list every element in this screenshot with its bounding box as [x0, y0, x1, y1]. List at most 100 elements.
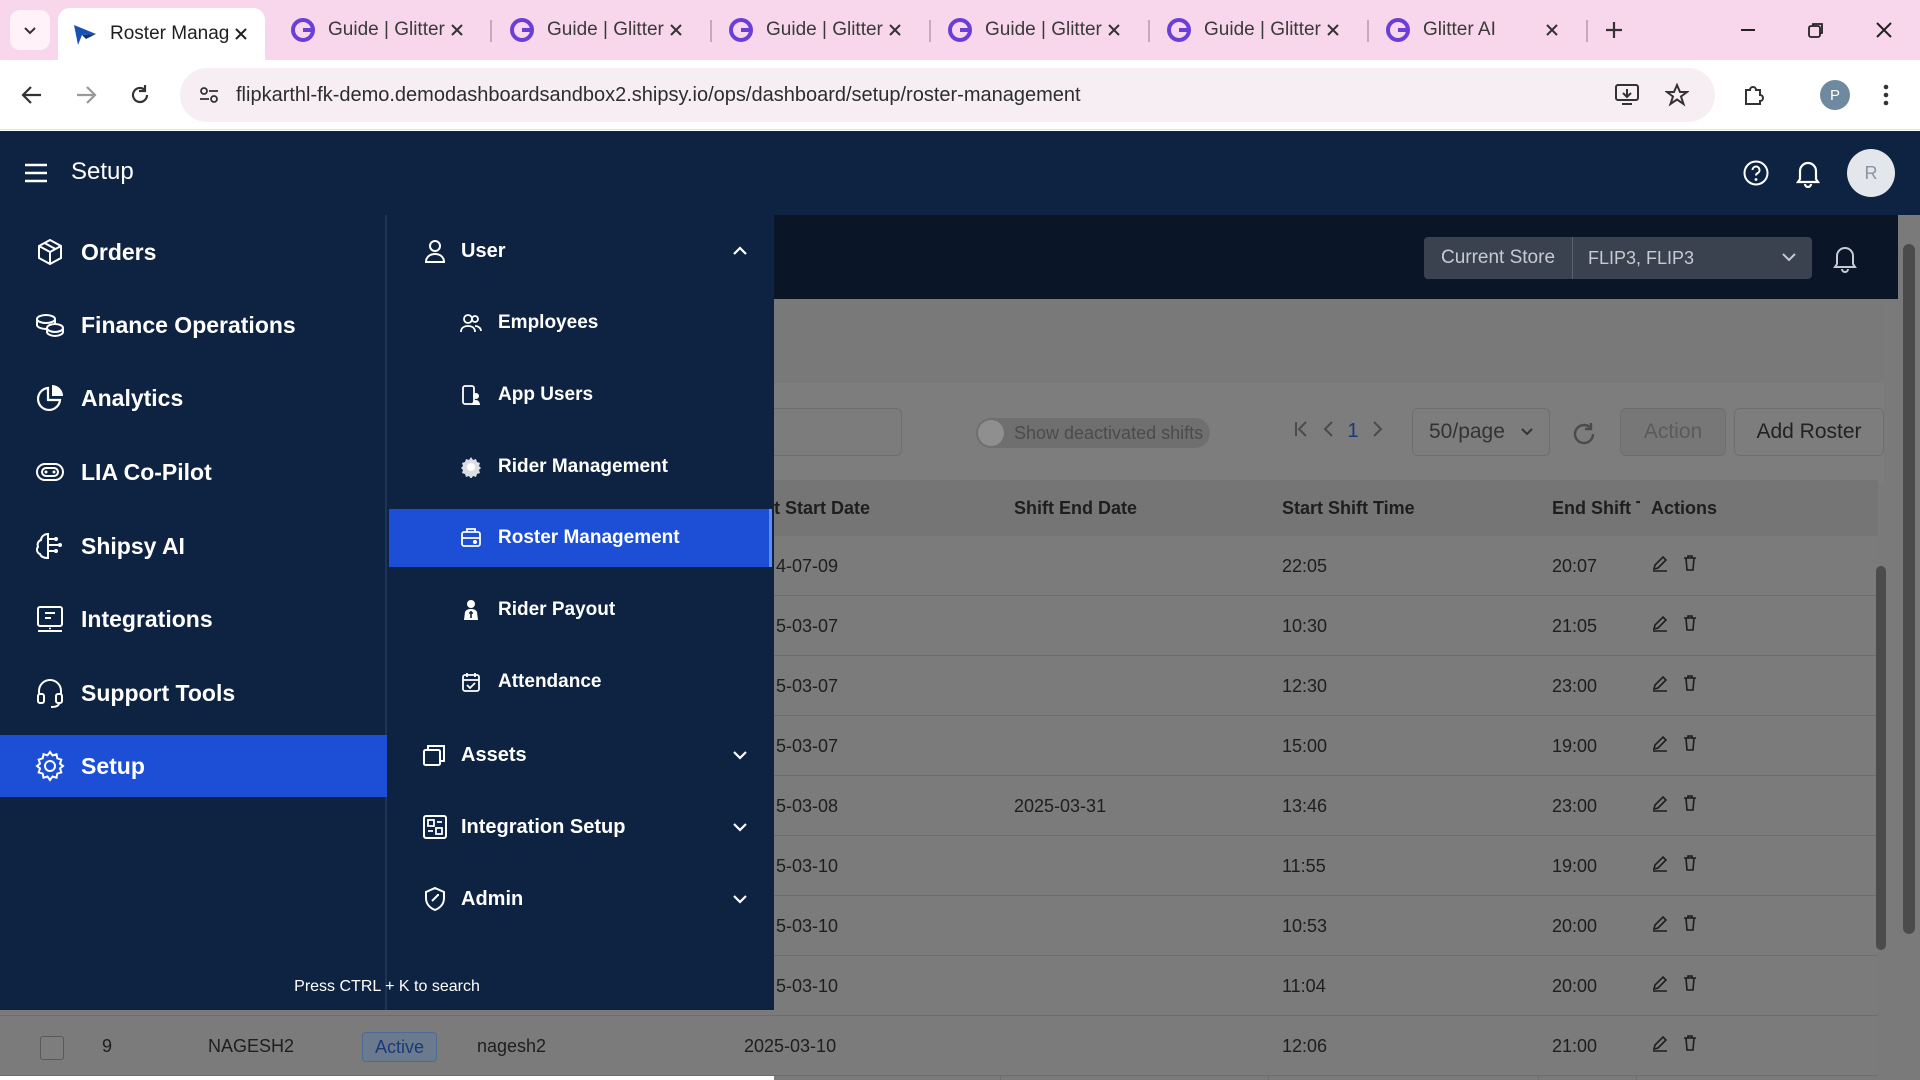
install-app-icon[interactable] — [1610, 78, 1644, 112]
reload-button[interactable] — [122, 77, 158, 113]
sidebar-item-orders[interactable]: Orders — [0, 221, 386, 283]
edit-icon[interactable] — [1651, 974, 1669, 992]
delete-icon[interactable] — [1681, 794, 1699, 812]
refresh-icon[interactable] — [1570, 420, 1598, 448]
browser-menu-button[interactable] — [1868, 77, 1904, 113]
submenu-item-attendance[interactable]: Attendance — [389, 653, 772, 711]
submenu-group-admin[interactable]: Admin — [387, 871, 774, 927]
tab-separator — [490, 20, 492, 42]
minimize-button[interactable] — [1728, 12, 1768, 48]
edit-icon[interactable] — [1651, 734, 1669, 752]
submenu-item-rider-payout[interactable]: Rider Payout — [389, 581, 772, 639]
action-button[interactable]: Action — [1620, 408, 1726, 456]
delete-icon[interactable] — [1681, 854, 1699, 872]
submenu-item-rider-management[interactable]: Rider Management — [389, 438, 772, 496]
per-page-select[interactable]: 50/page — [1412, 408, 1550, 456]
page-scrollbar-thumb[interactable] — [1903, 244, 1915, 934]
back-button[interactable] — [14, 77, 50, 113]
close-icon[interactable] — [885, 20, 905, 40]
browser-tab-glitter-ai[interactable]: Glitter AI — [1371, 8, 1576, 52]
delete-icon[interactable] — [1681, 674, 1699, 692]
close-icon[interactable] — [666, 20, 686, 40]
store-notification-bell-icon[interactable] — [1827, 240, 1863, 276]
prev-page-button[interactable] — [1318, 420, 1338, 438]
close-icon[interactable] — [1542, 20, 1562, 40]
table-row[interactable]: 9 NAGESH2 Active nagesh2 2025-03-10 12:0… — [0, 1016, 1878, 1076]
shipsy-logo-icon — [74, 25, 96, 45]
edit-icon[interactable] — [1651, 914, 1669, 932]
edit-icon[interactable] — [1651, 854, 1669, 872]
url-omnibox[interactable]: flipkarthl-fk-demo.demodashboardsandbox2… — [180, 68, 1715, 122]
help-icon[interactable] — [1738, 155, 1774, 191]
next-page-button[interactable] — [1368, 420, 1388, 438]
url-text[interactable]: flipkarthl-fk-demo.demodashboardsandbox2… — [236, 84, 1081, 107]
close-icon[interactable] — [1104, 20, 1124, 40]
notification-bell-icon[interactable] — [1790, 155, 1826, 191]
chevron-down-icon — [733, 823, 747, 832]
sidebar-item-shipsy-ai[interactable]: Shipsy AI — [0, 515, 386, 577]
row-end-time: 20:07 — [1552, 556, 1598, 576]
tab-search-button[interactable] — [10, 10, 50, 50]
row-name: nagesh2 — [477, 1036, 547, 1056]
chevron-right-icon — [1373, 421, 1383, 437]
submenu-item-roster-management[interactable]: Roster Management — [389, 509, 772, 567]
sidebar-item-analytics[interactable]: Analytics — [0, 367, 386, 429]
submenu-item-employees[interactable]: Employees — [389, 294, 772, 352]
tab-title: Guide | Glitter — [328, 19, 445, 40]
current-page-number[interactable]: 1 — [1342, 420, 1364, 443]
tab-separator — [1586, 20, 1588, 42]
browser-tab-roster[interactable]: Roster Manag — [58, 8, 265, 60]
row-index: 9 — [102, 1036, 113, 1056]
show-deactivated-toggle[interactable]: Show deactivated shifts — [976, 418, 1210, 448]
browser-tab-guide-4[interactable]: Guide | Glitter — [933, 8, 1138, 52]
sidebar-item-finance-operations[interactable]: Finance Operations — [0, 294, 386, 356]
delete-icon[interactable] — [1681, 974, 1699, 992]
edit-icon[interactable] — [1651, 794, 1669, 812]
close-icon[interactable] — [1323, 20, 1343, 40]
store-select[interactable]: FLIP3, FLIP3 — [1572, 237, 1812, 279]
delete-icon[interactable] — [1681, 1034, 1699, 1052]
restore-button[interactable] — [1796, 12, 1836, 48]
submenu-group-user[interactable]: User — [387, 223, 774, 279]
sidebar-item-label: Finance Operations — [81, 311, 296, 338]
delete-icon[interactable] — [1681, 914, 1699, 932]
row-end-time: 19:00 — [1552, 736, 1598, 756]
edit-icon[interactable] — [1651, 1034, 1669, 1052]
sidebar-item-setup[interactable]: Setup — [0, 735, 386, 797]
browser-tab-guide-2[interactable]: Guide | Glitter — [495, 8, 700, 52]
sidebar-item-lia-co-pilot[interactable]: LIA Co-Pilot — [0, 441, 386, 503]
sidebar-item-integrations[interactable]: Integrations — [0, 588, 386, 650]
close-icon[interactable] — [447, 20, 467, 40]
delete-icon[interactable] — [1681, 734, 1699, 752]
row-end-time: 20:00 — [1552, 916, 1598, 936]
delete-icon[interactable] — [1681, 554, 1699, 572]
browser-tab-guide-5[interactable]: Guide | Glitter — [1152, 8, 1357, 52]
edit-icon[interactable] — [1651, 614, 1669, 632]
edit-icon[interactable] — [1651, 674, 1669, 692]
table-scrollbar-thumb[interactable] — [1876, 566, 1886, 950]
sidebar-item-support-tools[interactable]: Support Tools — [0, 662, 386, 724]
search-input[interactable] — [774, 408, 902, 456]
submenu-item-app-users[interactable]: App Users — [389, 366, 772, 424]
forward-button[interactable] — [68, 77, 104, 113]
browser-tab-guide-1[interactable]: Guide | Glitter — [276, 8, 481, 52]
plus-icon — [1606, 22, 1622, 38]
extensions-button[interactable] — [1736, 77, 1772, 113]
add-roster-button[interactable]: Add Roster — [1734, 408, 1884, 456]
hamburger-menu-icon[interactable] — [22, 159, 50, 187]
submenu-group-integration-setup[interactable]: Integration Setup — [387, 799, 774, 855]
bookmark-star-icon[interactable] — [1660, 78, 1694, 112]
first-page-button[interactable] — [1290, 420, 1312, 438]
browser-tab-guide-3[interactable]: Guide | Glitter — [714, 8, 919, 52]
close-icon[interactable] — [231, 24, 251, 44]
edit-icon[interactable] — [1651, 554, 1669, 572]
row-checkbox[interactable] — [40, 1036, 64, 1060]
user-avatar[interactable]: R — [1847, 149, 1895, 197]
profile-avatar[interactable]: P — [1820, 80, 1850, 110]
row-actions — [1651, 674, 1699, 692]
close-window-button[interactable] — [1864, 12, 1904, 48]
submenu-group-assets[interactable]: Assets — [387, 727, 774, 783]
new-tab-button[interactable] — [1596, 12, 1632, 48]
delete-icon[interactable] — [1681, 614, 1699, 632]
site-info-icon[interactable] — [194, 80, 224, 110]
